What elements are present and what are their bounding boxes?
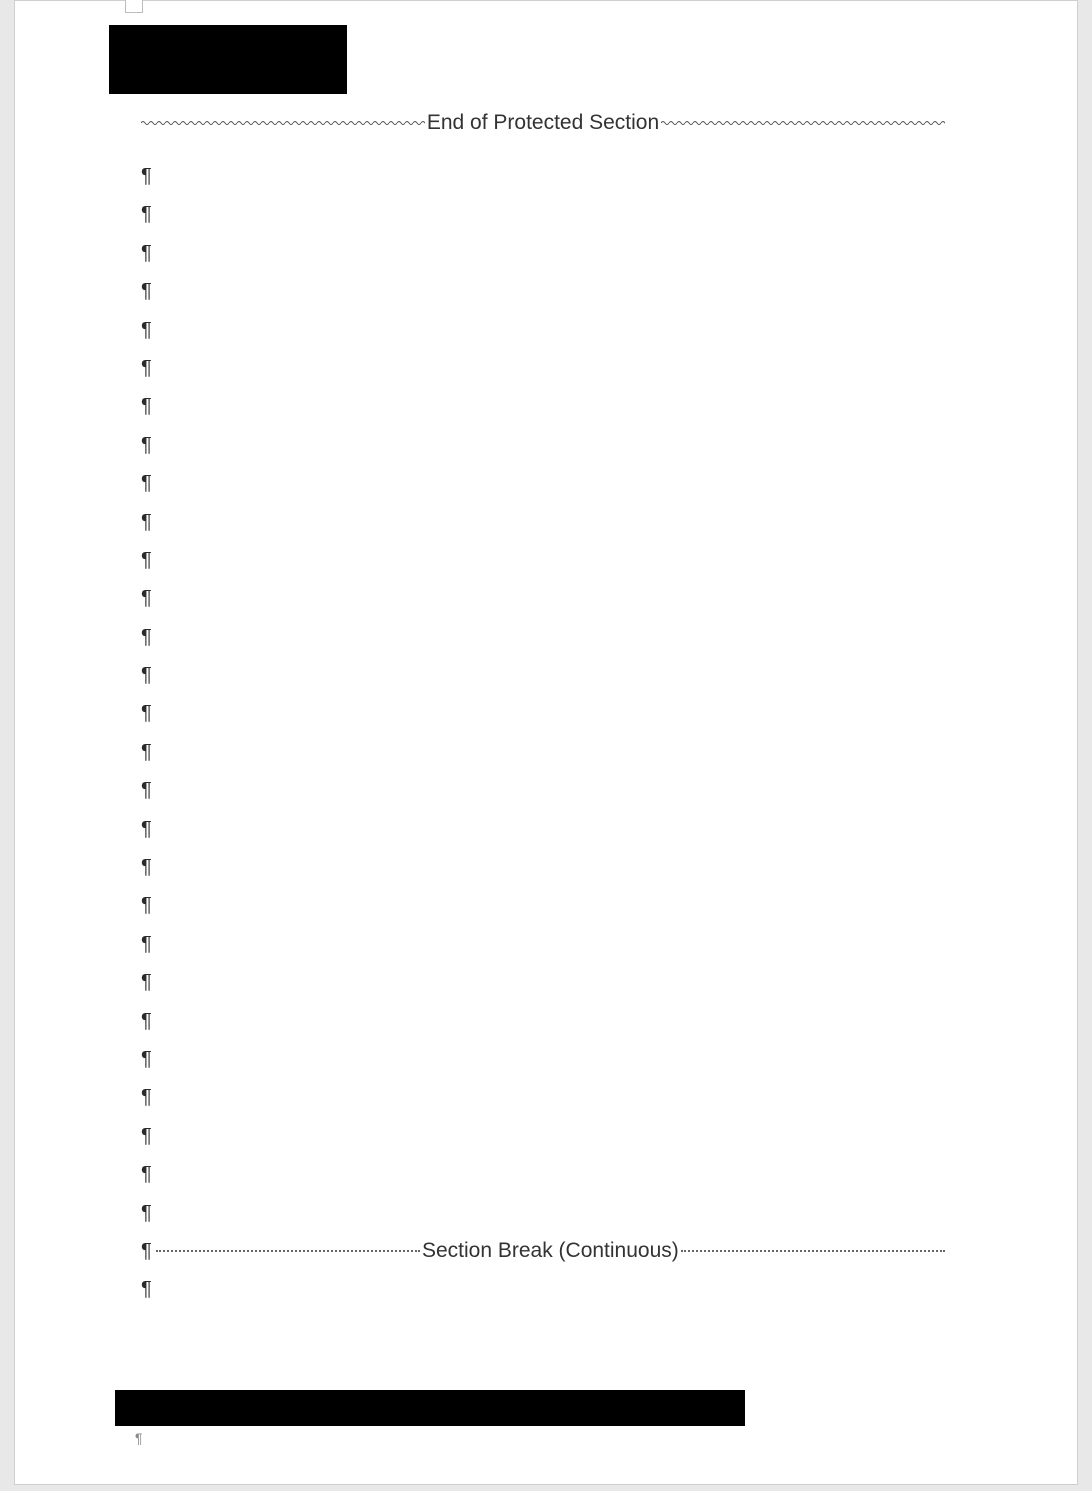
redacted-block-top: [109, 25, 347, 94]
paragraph-mark[interactable]: ¶: [141, 157, 945, 195]
paragraph-mark[interactable]: ¶: [141, 694, 945, 732]
paragraph-mark[interactable]: ¶: [141, 848, 945, 886]
end-of-protected-section-divider: End of Protected Section: [141, 111, 945, 135]
paragraph-mark[interactable]: ¶: [141, 1270, 945, 1308]
wavy-line-left: [141, 120, 425, 126]
document-body[interactable]: End of Protected Section ¶¶¶¶¶¶¶¶¶¶¶¶¶¶¶…: [141, 111, 945, 1309]
paragraph-mark[interactable]: ¶: [141, 311, 945, 349]
paragraph-mark[interactable]: ¶: [141, 1194, 945, 1232]
paragraph-mark[interactable]: ¶: [141, 925, 945, 963]
paragraph-mark[interactable]: ¶: [141, 579, 945, 617]
section-break-divider: ¶ Section Break (Continuous): [141, 1232, 945, 1270]
paragraph-mark[interactable]: ¶: [141, 771, 945, 809]
paragraph-mark[interactable]: ¶: [141, 387, 945, 425]
editor-background: End of Protected Section ¶¶¶¶¶¶¶¶¶¶¶¶¶¶¶…: [0, 0, 1092, 1491]
pilcrow-icon: ¶: [141, 1240, 152, 1263]
paragraph-mark[interactable]: ¶: [141, 656, 945, 694]
paragraph-mark[interactable]: ¶: [141, 272, 945, 310]
paragraph-mark[interactable]: ¶: [141, 1117, 945, 1155]
paragraph-mark[interactable]: ¶: [141, 503, 945, 541]
paragraph-container[interactable]: ¶¶¶¶¶¶¶¶¶¶¶¶¶¶¶¶¶¶¶¶¶¶¶¶¶¶¶¶: [141, 157, 945, 1232]
paragraph-mark[interactable]: ¶: [141, 1078, 945, 1116]
paragraph-mark[interactable]: ¶: [141, 618, 945, 656]
dotted-line-left: [156, 1250, 420, 1252]
paragraph-mark[interactable]: ¶: [141, 541, 945, 579]
wavy-line-right: [661, 120, 945, 126]
document-page[interactable]: End of Protected Section ¶¶¶¶¶¶¶¶¶¶¶¶¶¶¶…: [14, 0, 1078, 1485]
paragraph-mark[interactable]: ¶: [141, 1155, 945, 1193]
paragraph-mark[interactable]: ¶: [141, 1040, 945, 1078]
paragraph-mark[interactable]: ¶: [141, 886, 945, 924]
anchor-marker: [125, 0, 143, 13]
paragraph-mark[interactable]: ¶: [141, 963, 945, 1001]
dotted-line-right: [681, 1250, 945, 1252]
paragraph-mark[interactable]: ¶: [141, 426, 945, 464]
paragraph-mark[interactable]: ¶: [141, 1002, 945, 1040]
paragraph-mark[interactable]: ¶: [141, 810, 945, 848]
pilcrow-icon-footer: ¶: [135, 1430, 143, 1446]
paragraph-mark[interactable]: ¶: [141, 349, 945, 387]
paragraph-mark[interactable]: ¶: [141, 733, 945, 771]
paragraph-mark[interactable]: ¶: [141, 195, 945, 233]
redacted-block-bottom: [115, 1390, 745, 1426]
paragraph-mark[interactable]: ¶: [141, 464, 945, 502]
protected-section-label: End of Protected Section: [425, 111, 661, 135]
section-break-label: Section Break (Continuous): [420, 1239, 681, 1263]
paragraph-after-container[interactable]: ¶: [141, 1270, 945, 1308]
paragraph-mark[interactable]: ¶: [141, 234, 945, 272]
